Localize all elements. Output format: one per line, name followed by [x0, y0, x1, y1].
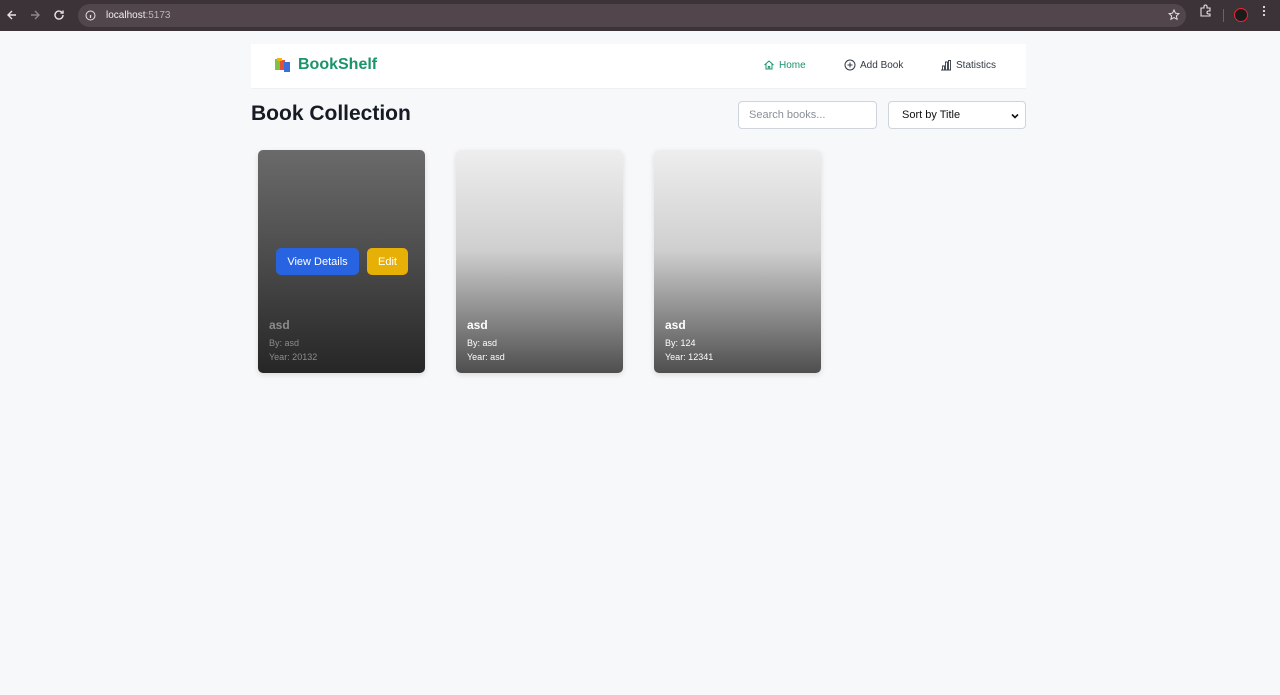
bar-chart-icon: [941, 60, 951, 71]
book-info: asd By: asd Year: asd: [467, 318, 505, 364]
book-title: asd: [467, 318, 488, 332]
book-author: By: asd: [467, 338, 498, 348]
book-info: asd By: 124 Year: 12341: [665, 318, 713, 364]
edit-button[interactable]: Edit: [367, 248, 408, 275]
book-card[interactable]: View Details Edit asd By: asd Year: 2013…: [258, 150, 425, 373]
brand-name[interactable]: BookShelf: [298, 56, 377, 74]
address-bar[interactable]: localhost:5173: [78, 4, 1186, 27]
book-card[interactable]: asd By: asd Year: asd: [456, 150, 623, 373]
chevron-down-icon: [1011, 113, 1019, 119]
home-icon: [764, 60, 774, 70]
site-info-icon[interactable]: [83, 9, 97, 23]
book-author: By: asd: [269, 338, 300, 348]
book-year: Year: asd: [467, 352, 505, 362]
nav-home[interactable]: Home: [763, 59, 806, 71]
search-input[interactable]: [738, 101, 877, 129]
bookmark-star-icon[interactable]: [1167, 8, 1181, 26]
url-text: localhost:5173: [106, 10, 171, 21]
nav-statistics-label: Statistics: [956, 59, 997, 71]
view-details-button[interactable]: View Details: [276, 248, 359, 275]
url-port: :5173: [145, 10, 171, 21]
book-title: asd: [269, 318, 290, 332]
plus-circle-icon: [844, 59, 856, 71]
app-header: BookShelf Home Add Book Statistics: [251, 44, 1026, 89]
profile-avatar[interactable]: [1234, 8, 1248, 22]
forward-icon[interactable]: [23, 3, 47, 27]
books-logo-icon[interactable]: [274, 57, 292, 73]
nav-statistics[interactable]: Statistics: [940, 59, 996, 71]
menu-kebab-icon[interactable]: [1260, 4, 1268, 23]
nav-home-label: Home: [779, 59, 806, 71]
toolbar-divider: [1223, 9, 1224, 22]
nav-add-book[interactable]: Add Book: [844, 59, 903, 71]
browser-toolbar: localhost:5173: [0, 0, 1280, 31]
nav-add-book-label: Add Book: [860, 59, 904, 71]
sort-select-value: Sort by Title: [902, 109, 961, 121]
sort-select[interactable]: Sort by Title: [888, 101, 1026, 129]
book-title: asd: [665, 318, 686, 332]
book-year: Year: 20132: [269, 352, 318, 362]
page-title: Book Collection: [251, 102, 411, 125]
extensions-icon[interactable]: [1199, 4, 1212, 22]
book-info: asd By: asd Year: 20132: [269, 318, 317, 364]
book-year: Year: 12341: [665, 352, 714, 362]
reload-icon[interactable]: [47, 3, 71, 27]
back-icon[interactable]: [0, 3, 24, 27]
book-author: By: 124: [665, 338, 696, 348]
book-card[interactable]: asd By: 124 Year: 12341: [654, 150, 821, 373]
url-host: localhost: [106, 10, 146, 21]
